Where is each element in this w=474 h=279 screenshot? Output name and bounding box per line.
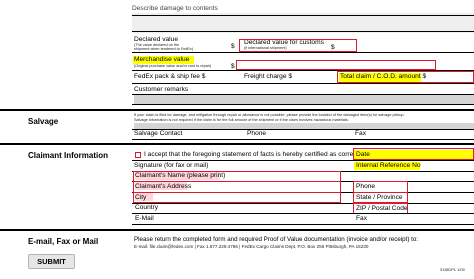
- accept-row-line: [132, 160, 474, 161]
- declared-customs-required-box[interactable]: [239, 39, 357, 52]
- salvage-fax-label: Fax: [355, 130, 366, 137]
- email-label: E-Mail: [135, 215, 154, 222]
- amounts-row-line: [132, 83, 474, 84]
- date-required-box[interactable]: [353, 148, 474, 160]
- signature-label: Signature (for fax or mail): [134, 162, 209, 169]
- email-section-divider: [0, 229, 474, 231]
- zip-postal-code-label: ZIP / Postal Code: [356, 205, 408, 212]
- salvage-heading: Salvage: [28, 117, 59, 126]
- salvage-contact-label: Salvage Contact: [134, 130, 183, 137]
- submit-button[interactable]: SUBMIT: [28, 254, 75, 269]
- declared-value-currency: $: [231, 43, 235, 50]
- merchandise-value-required-box[interactable]: [236, 60, 436, 70]
- return-instruction-text: Please return the completed form and req…: [134, 236, 418, 243]
- date-label: Date: [356, 151, 370, 158]
- merchandise-value-note: (Original purchase value and/or cost to …: [134, 64, 212, 68]
- contact-details-line: E-mail: file.claim@fedex.com | Fax 1.877…: [134, 244, 369, 249]
- declared-row-line: [132, 52, 474, 53]
- salvage-note-1: If your claim is filed for damage, and m…: [134, 113, 405, 117]
- remarks-line-1: [132, 94, 474, 95]
- describe-damage-field[interactable]: [132, 13, 474, 33]
- claimant-fax-label: Fax: [356, 215, 367, 222]
- city-row-line: [132, 203, 474, 204]
- claimant-section-divider: [0, 143, 474, 145]
- email-row-line: [132, 224, 474, 225]
- email-fax-mail-heading: E-mail, Fax or Mail: [28, 237, 99, 246]
- salvage-field-line: [132, 129, 474, 130]
- salvage-phone-label: Phone: [247, 130, 267, 137]
- declared-value-note-2: shipment when tendered to FedEx): [134, 47, 194, 51]
- salvage-bottom-line: [132, 139, 474, 140]
- remarks-line-2: [132, 104, 474, 105]
- claimant-address-label: Claimant's Address: [135, 183, 192, 190]
- country-row-line: [132, 213, 474, 214]
- internal-reference-label: Internal Reference No: [356, 162, 421, 169]
- freight-charge-label: Freight charge $: [244, 73, 293, 80]
- salvage-section-divider: [0, 109, 474, 111]
- describe-damage-underline: [132, 15, 474, 16]
- describe-damage-underline-2: [132, 31, 474, 32]
- city-label: City: [135, 194, 147, 201]
- accept-checkbox[interactable]: [135, 152, 141, 158]
- claimant-information-heading: Claimant Information: [28, 151, 109, 160]
- state-province-label: State / Province: [356, 194, 403, 201]
- fedex-pack-ship-fee-label: FedEx pack & ship fee $: [134, 73, 206, 80]
- total-claim-required-box[interactable]: [337, 71, 474, 83]
- salvage-note-2: Salvage information is not required if t…: [134, 118, 349, 122]
- customer-remarks-field[interactable]: [134, 95, 474, 104]
- country-label: Country: [135, 204, 159, 211]
- form-code: 31581PL 1/09: [440, 267, 465, 272]
- city-required-box[interactable]: [133, 192, 341, 203]
- claimant-name-label: Claimant's Name (please print): [135, 172, 226, 179]
- merchandise-value-label: Merchandise value: [134, 56, 190, 63]
- accept-statement-text: I accept that the foregoing statement of…: [144, 151, 361, 158]
- customer-remarks-label: Customer remarks: [134, 86, 189, 93]
- describe-damage-label: Describe damage to contents: [132, 5, 218, 12]
